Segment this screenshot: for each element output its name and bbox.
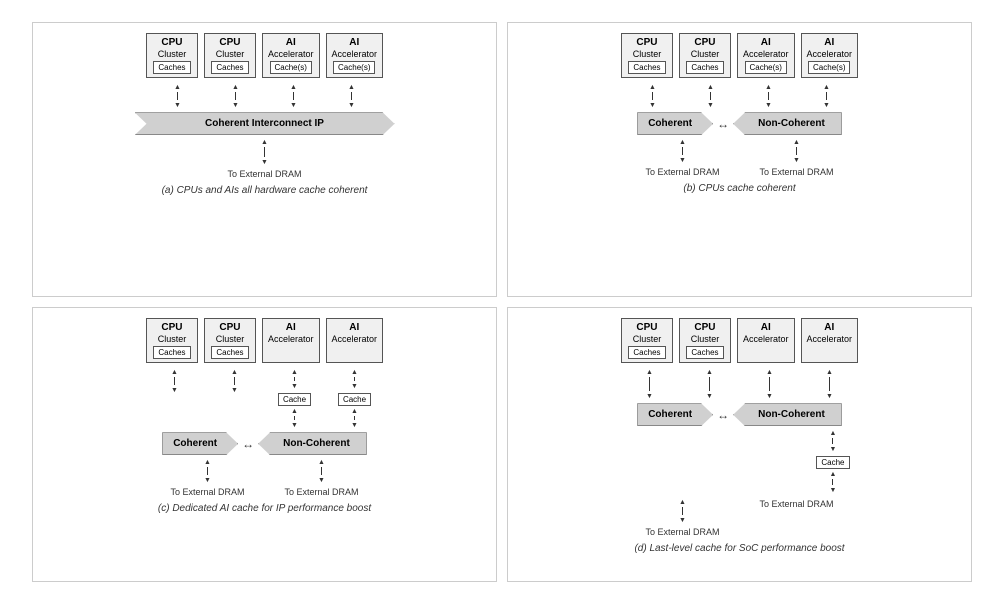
arrow-b4: [801, 82, 853, 110]
diagram-b: CPU Cluster Caches CPU Cluster Caches AI…: [507, 22, 972, 297]
dram-label1-c: To External DRAM: [170, 487, 244, 497]
caption-a: (a) CPUs and AIs all hardware cache cohe…: [162, 185, 368, 196]
ai1-with-cache-c: Cache: [269, 367, 321, 430]
arrow-b1: [627, 82, 679, 110]
diagram-a: CPU Cluster Caches CPU Cluster Caches AI…: [32, 22, 497, 297]
cluster-ai2-c: AI Accelerator: [326, 318, 384, 364]
cluster-cpu1-b: CPU Cluster Caches: [621, 33, 673, 79]
dram-row-b: To External DRAM To External DRAM: [645, 137, 833, 177]
dram-col2-b: To External DRAM: [760, 137, 834, 177]
middle-cache-c1: Cache: [278, 393, 311, 406]
cluster-cpu2-c: CPU Cluster Caches: [204, 318, 256, 364]
arrow-dram1-b: [679, 137, 686, 165]
arrow-between-d: ↔: [717, 408, 729, 422]
arrow-cluster4-a: [326, 82, 378, 110]
cluster-ai1-c: AI Accelerator: [262, 318, 320, 364]
clusters-row-a: CPU Cluster Caches CPU Cluster Caches AI…: [146, 33, 383, 79]
banner-coherent-b: Coherent: [637, 112, 713, 135]
banner-noncoherent-c: Non-Coherent: [258, 432, 367, 455]
cluster-ai1-d: AI Accelerator: [737, 318, 795, 364]
arrow-cluster3-a: [268, 82, 320, 110]
clusters-row-b: CPU Cluster Caches CPU Cluster Caches AI…: [621, 33, 858, 79]
bottom-cache-d: Cache: [816, 456, 849, 469]
banner-coherent-d: Coherent: [637, 403, 713, 426]
arrow-dram2-b: [793, 137, 800, 165]
dram-col1-d: To External DRAM: [645, 497, 719, 537]
arrow-dram-a: [261, 137, 268, 167]
dram-label2-c: To External DRAM: [285, 487, 359, 497]
cluster-ai1-a: AI Accelerator Cache(s): [262, 33, 320, 79]
banner-a: Coherent Interconnect IP: [135, 112, 395, 135]
arrow-cluster1-a: [152, 82, 204, 110]
bottom-cache-container-d: Cache: [620, 428, 860, 495]
cluster-cpu2-b: CPU Cluster Caches: [679, 33, 731, 79]
cluster-ai2-b: AI Accelerator Cache(s): [801, 33, 859, 79]
cluster-ai2-a: AI Accelerator Cache(s): [326, 33, 384, 79]
arrow-d3: [744, 367, 796, 401]
arrow-b3: [743, 82, 795, 110]
dram-label1-b: To External DRAM: [645, 167, 719, 177]
dram-label2-b: To External DRAM: [760, 167, 834, 177]
dram-label1-d: To External DRAM: [645, 527, 719, 537]
cluster-cpu1-a: CPU Cluster Caches: [146, 33, 198, 79]
dram-label-a: To External DRAM: [227, 169, 301, 179]
cluster-cpu2-a: CPU Cluster Caches: [204, 33, 256, 79]
caption-b: (b) CPUs cache coherent: [683, 183, 795, 194]
arrow-dram1-c: [204, 457, 211, 485]
cluster-cpu1-c: CPU Cluster Caches: [146, 318, 198, 364]
caption-c: (c) Dedicated AI cache for IP performanc…: [158, 503, 371, 514]
arrow-dram2-c: [318, 457, 325, 485]
banners-c: Coherent ↔ Non-Coherent: [162, 432, 367, 455]
banner-noncoherent-b: Non-Coherent: [733, 112, 842, 135]
arrow-d2: [684, 367, 736, 401]
arrow-c1: [149, 367, 201, 430]
cluster-cpu2-d: CPU Cluster Caches: [679, 318, 731, 364]
main-container: CPU Cluster Caches CPU Cluster Caches AI…: [22, 12, 982, 592]
arrow-dram1-d: [679, 497, 686, 525]
arrow-b2: [685, 82, 737, 110]
dram-label2-d: To External DRAM: [760, 499, 834, 509]
bottom-cache-col-d: Cache: [816, 428, 849, 495]
cluster-ai1-b: AI Accelerator Cache(s): [737, 33, 795, 79]
ai2-with-cache-c: Cache: [329, 367, 381, 430]
diagram-c: CPU Cluster Caches CPU Cluster Caches AI…: [32, 307, 497, 582]
banners-b: Coherent ↔ Non-Coherent: [637, 112, 842, 135]
arrow-d1: [624, 367, 676, 401]
dram-col2-d: To External DRAM: [760, 497, 834, 537]
dram-row-c: To External DRAM To External DRAM: [170, 457, 358, 497]
caption-d: (d) Last-level cache for SoC performance…: [634, 543, 844, 554]
arrow-between-c: ↔: [242, 437, 254, 451]
dram-col2-c: To External DRAM: [285, 457, 359, 497]
banner-noncoherent-d: Non-Coherent: [733, 403, 842, 426]
cluster-cpu1-d: CPU Cluster Caches: [621, 318, 673, 364]
arrow-c2: [209, 367, 261, 430]
dram-col1-b: To External DRAM: [645, 137, 719, 177]
arrow-d4: [804, 367, 856, 401]
diagram-d: CPU Cluster Caches CPU Cluster Caches AI…: [507, 307, 972, 582]
cluster-ai2-d: AI Accelerator: [801, 318, 859, 364]
dram-row-d: To External DRAM To External DRAM: [645, 497, 833, 537]
arrow-cluster2-a: [210, 82, 262, 110]
clusters-row-d: CPU Cluster Caches CPU Cluster Caches AI…: [621, 318, 858, 364]
banner-coherent-c: Coherent: [162, 432, 238, 455]
clusters-row-c: CPU Cluster Caches CPU Cluster Caches AI…: [146, 318, 383, 364]
dram-col1-c: To External DRAM: [170, 457, 244, 497]
middle-cache-c2: Cache: [338, 393, 371, 406]
arrow-between-b: ↔: [717, 117, 729, 131]
banners-d: Coherent ↔ Non-Coherent: [637, 403, 842, 426]
